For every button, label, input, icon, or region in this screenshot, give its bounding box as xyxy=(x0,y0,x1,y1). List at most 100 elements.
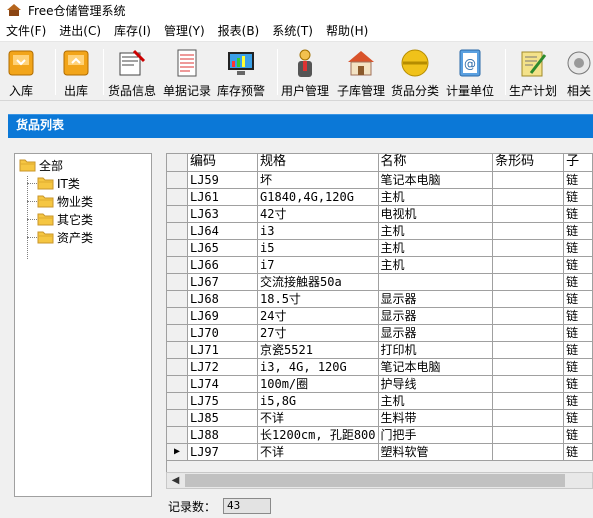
table-row[interactable]: LJ68 18.5寸 显示器 链 xyxy=(167,290,593,308)
table-row[interactable]: LJ63 42寸 电视机 链 xyxy=(167,205,593,223)
table-cell[interactable]: 链 xyxy=(563,409,593,427)
table-cell[interactable]: 长1200cm, 孔距800 xyxy=(257,426,379,444)
table-row[interactable]: LJ88 长1200cm, 孔距800 门把手 链 xyxy=(167,426,593,444)
menu-item-4[interactable]: 报表(B) xyxy=(212,20,267,42)
table-cell[interactable]: 100m/圈 xyxy=(257,375,379,393)
table-cell[interactable]: 主机 xyxy=(378,222,494,240)
table-cell[interactable]: LJ75 xyxy=(187,392,259,410)
row-header[interactable] xyxy=(167,358,188,376)
table-row[interactable]: LJ65 i5 主机 链 xyxy=(167,239,593,257)
table-cell[interactable] xyxy=(492,358,565,376)
table-row[interactable]: LJ70 27寸 显示器 链 xyxy=(167,324,593,342)
row-header[interactable] xyxy=(167,239,188,257)
table-cell[interactable] xyxy=(492,205,565,223)
toolbar-button-production-plan[interactable]: 生产计划 xyxy=(509,45,557,99)
table-cell[interactable]: 门把手 xyxy=(378,426,494,444)
menu-item-0[interactable]: 文件(F) xyxy=(0,20,53,42)
toolbar-button-stock-alert-monitor[interactable]: 库存预警 xyxy=(217,45,265,99)
toolbar-button-unit[interactable]: @ 计量单位 xyxy=(446,45,494,99)
table-cell[interactable] xyxy=(492,222,565,240)
table-cell[interactable]: 主机 xyxy=(378,239,494,257)
table-cell[interactable] xyxy=(492,307,565,325)
table-cell[interactable]: LJ71 xyxy=(187,341,259,359)
table-cell[interactable]: LJ66 xyxy=(187,256,259,274)
table-cell[interactable] xyxy=(492,171,565,189)
menu-item-3[interactable]: 管理(Y) xyxy=(158,20,212,42)
table-cell[interactable]: LJ69 xyxy=(187,307,259,325)
table-cell[interactable]: i7 xyxy=(257,256,379,274)
table-cell[interactable]: 42寸 xyxy=(257,205,379,223)
table-cell[interactable] xyxy=(492,239,565,257)
table-row[interactable]: LJ72 i3, 4G, 120G 笔记本电脑 链 xyxy=(167,358,593,376)
row-header[interactable] xyxy=(167,188,188,206)
table-cell[interactable]: 显示器 xyxy=(378,324,494,342)
column-header[interactable]: 规格 xyxy=(257,154,379,172)
row-header[interactable] xyxy=(167,256,188,274)
table-cell[interactable]: 坏 xyxy=(257,171,379,189)
menu-item-5[interactable]: 系统(T) xyxy=(266,20,320,42)
tree-node-category[interactable]: IT类 xyxy=(37,174,80,192)
column-header[interactable]: 子 xyxy=(563,154,593,172)
tree-node-category[interactable]: 其它类 xyxy=(37,210,93,228)
table-cell[interactable]: i3 xyxy=(257,222,379,240)
table-cell[interactable]: 显示器 xyxy=(378,290,494,308)
menu-item-6[interactable]: 帮助(H) xyxy=(320,20,375,42)
table-cell[interactable]: LJ88 xyxy=(187,426,259,444)
table-cell[interactable]: LJ61 xyxy=(187,188,259,206)
table-cell[interactable]: 链 xyxy=(563,324,593,342)
toolbar-button-document-records[interactable]: 单据记录 xyxy=(163,45,211,99)
table-cell[interactable]: 24寸 xyxy=(257,307,379,325)
table-cell[interactable]: 不详 xyxy=(257,409,379,427)
table-cell[interactable]: G1840,4G,120G xyxy=(257,188,379,206)
table-row[interactable]: LJ59 坏笔记本电脑 链 xyxy=(167,171,593,189)
table-cell[interactable] xyxy=(492,409,565,427)
table-cell[interactable]: 链 xyxy=(563,171,593,189)
table-row[interactable]: ▶ LJ97 不详 塑料软管 链 xyxy=(167,443,593,461)
column-header[interactable]: 编码 xyxy=(187,154,259,172)
table-cell[interactable]: i5,8G xyxy=(257,392,379,410)
toolbar-button-user-management[interactable]: 用户管理 xyxy=(281,45,329,99)
table-cell[interactable]: 链 xyxy=(563,443,593,461)
table-cell[interactable]: 京瓷5521 xyxy=(257,341,379,359)
table-cell[interactable]: LJ97 xyxy=(187,443,259,461)
table-row[interactable]: LJ85 不详 生料带 链 xyxy=(167,409,593,427)
table-cell[interactable]: 链 xyxy=(563,205,593,223)
category-tree[interactable]: 全部 IT类 物业类 其它类 资产类 xyxy=(14,153,152,497)
table-cell[interactable]: 显示器 xyxy=(378,307,494,325)
table-cell[interactable] xyxy=(492,290,565,308)
table-cell[interactable]: 链 xyxy=(563,239,593,257)
table-cell[interactable]: 链 xyxy=(563,358,593,376)
table-row[interactable]: LJ69 24寸 显示器 链 xyxy=(167,307,593,325)
table-cell[interactable]: 链 xyxy=(563,341,593,359)
horizontal-scrollbar[interactable]: ◀ xyxy=(166,472,593,489)
table-cell[interactable]: 链 xyxy=(563,290,593,308)
table-cell[interactable]: 笔记本电脑 xyxy=(378,171,494,189)
table-row[interactable]: LJ67 交流接触器50a 链 xyxy=(167,273,593,291)
table-cell[interactable] xyxy=(492,188,565,206)
table-cell[interactable]: 塑料软管 xyxy=(378,443,494,461)
table-cell[interactable]: 笔记本电脑 xyxy=(378,358,494,376)
table-cell[interactable]: 电视机 xyxy=(378,205,494,223)
table-cell[interactable]: LJ72 xyxy=(187,358,259,376)
toolbar-button-goods-info[interactable]: 货品信息 xyxy=(108,45,156,99)
column-header[interactable]: 条形码 xyxy=(492,154,565,172)
table-cell[interactable]: LJ68 xyxy=(187,290,259,308)
table-cell[interactable] xyxy=(492,426,565,444)
toolbar-button-sub-warehouse[interactable]: 子库管理 xyxy=(337,45,385,99)
menu-item-2[interactable]: 库存(I) xyxy=(108,20,158,42)
table-cell[interactable]: 链 xyxy=(563,256,593,274)
row-header[interactable] xyxy=(167,341,188,359)
row-header[interactable] xyxy=(167,273,188,291)
table-cell[interactable]: 主机 xyxy=(378,188,494,206)
table-cell[interactable] xyxy=(492,273,565,291)
table-cell[interactable] xyxy=(492,443,565,461)
row-header[interactable] xyxy=(167,290,188,308)
table-row[interactable]: LJ61 G1840,4G,120G 主机 链 xyxy=(167,188,593,206)
table-cell[interactable]: 打印机 xyxy=(378,341,494,359)
tree-node-category[interactable]: 物业类 xyxy=(37,192,93,210)
table-cell[interactable]: i3, 4G, 120G xyxy=(257,358,379,376)
table-cell[interactable]: LJ63 xyxy=(187,205,259,223)
row-header[interactable] xyxy=(167,222,188,240)
table-cell[interactable] xyxy=(378,273,494,291)
table-cell[interactable] xyxy=(492,341,565,359)
